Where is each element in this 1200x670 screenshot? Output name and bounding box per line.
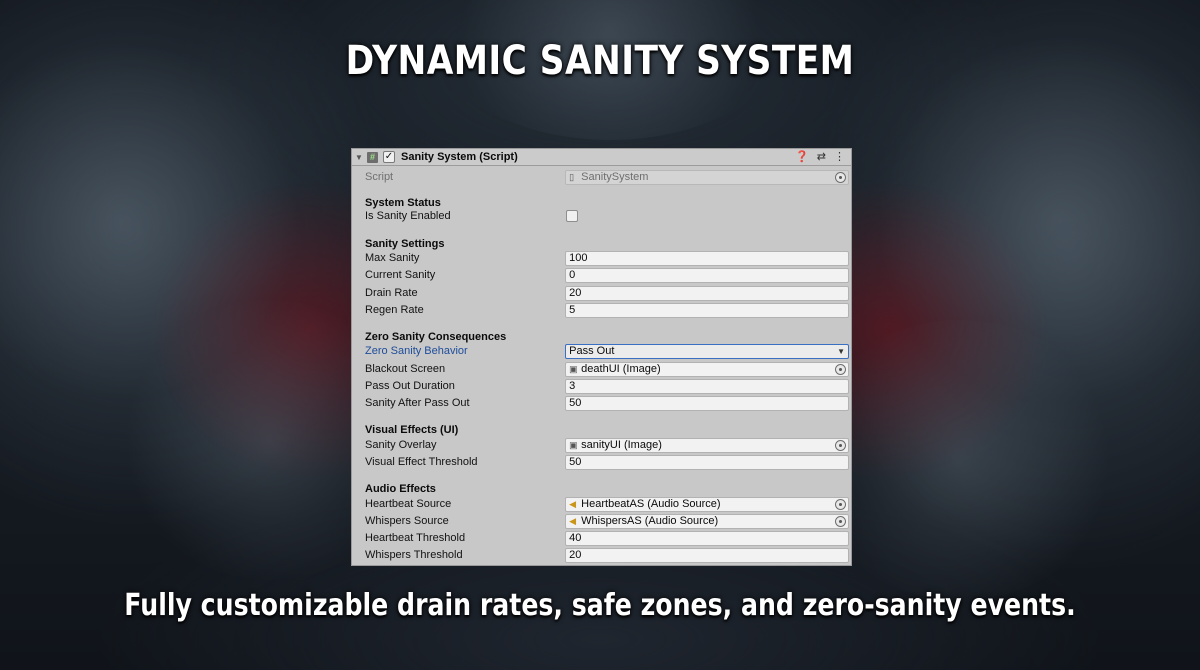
- whispers-threshold-field[interactable]: 20: [565, 547, 849, 563]
- sanity-after-pass-out-field[interactable]: 50: [565, 395, 849, 411]
- field-value: WhispersAS (Audio Source): [581, 514, 719, 527]
- heartbeat-threshold-field[interactable]: 40: [565, 530, 849, 546]
- field-label: Blackout Screen: [365, 363, 446, 375]
- more-options-icon[interactable]: ⋮: [834, 150, 845, 163]
- heartbeat-source-field[interactable]: ◀ HeartbeatAS (Audio Source): [565, 496, 849, 512]
- pass-out-duration-row: Pass Out Duration 3: [365, 378, 849, 394]
- regen-rate-field[interactable]: 5: [565, 302, 849, 318]
- max-sanity-row: Max Sanity 100: [365, 250, 849, 266]
- sanity-overlay-row: Sanity Overlay ▣ sanityUI (Image): [365, 437, 849, 453]
- drain-rate-field[interactable]: 20: [565, 285, 849, 301]
- section-sanity-settings: Sanity Settings: [365, 238, 445, 250]
- whispers-source-field[interactable]: ◀ WhispersAS (Audio Source): [565, 513, 849, 529]
- current-sanity-row: Current Sanity 0: [365, 267, 849, 283]
- smoke-cloud: [880, 30, 1200, 410]
- is-sanity-enabled-row: Is Sanity Enabled: [365, 208, 849, 224]
- smoke-cloud: [0, 40, 300, 400]
- field-value: deathUI (Image): [581, 362, 661, 375]
- audio-source-icon: ◀: [569, 498, 577, 509]
- zero-behavior-dropdown[interactable]: Pass Out ▼: [565, 343, 849, 359]
- field-label: Sanity After Pass Out: [365, 397, 470, 409]
- caption: Fully customizable drain rates, safe zon…: [124, 588, 1076, 623]
- script-field: ▯ SanitySystem: [565, 169, 849, 185]
- field-label: Visual Effect Threshold: [365, 456, 478, 468]
- section-zero-consequences: Zero Sanity Consequences: [365, 331, 507, 343]
- is-sanity-enabled-checkbox[interactable]: [566, 210, 578, 222]
- field-label: Regen Rate: [365, 304, 424, 316]
- help-icon[interactable]: ❓: [795, 150, 809, 163]
- current-sanity-field[interactable]: 0: [565, 267, 849, 283]
- image-icon: ▣: [569, 363, 578, 374]
- image-icon: ▣: [569, 439, 578, 450]
- field-label: Drain Rate: [365, 287, 418, 299]
- field-value: HeartbeatAS (Audio Source): [581, 497, 721, 510]
- field-label: Heartbeat Source: [365, 498, 452, 510]
- field-label: Is Sanity Enabled: [365, 210, 451, 222]
- object-picker-icon: [835, 171, 846, 183]
- headline: DYNAMIC SANITY SYSTEM: [345, 38, 855, 84]
- sanity-after-pass-out-row: Sanity After Pass Out 50: [365, 395, 849, 411]
- dropdown-value: Pass Out: [569, 344, 615, 357]
- pass-out-duration-field[interactable]: 3: [565, 378, 849, 394]
- field-label: Script: [365, 171, 394, 183]
- visual-effect-threshold-field[interactable]: 50: [565, 454, 849, 470]
- foldout-arrow-icon[interactable]: ▼: [355, 153, 365, 162]
- blackout-screen-row: Blackout Screen ▣ deathUI (Image): [365, 361, 849, 377]
- heartbeat-source-row: Heartbeat Source ◀ HeartbeatAS (Audio Sou…: [365, 496, 849, 512]
- blackout-screen-field[interactable]: ▣ deathUI (Image): [565, 361, 849, 377]
- audio-source-icon: ◀: [569, 515, 577, 526]
- script-icon: #: [367, 151, 378, 163]
- field-label: Zero Sanity Behavior: [365, 345, 468, 357]
- heartbeat-threshold-row: Heartbeat Threshold 40: [365, 530, 849, 546]
- drain-rate-row: Drain Rate 20: [365, 285, 849, 301]
- field-label: Pass Out Duration: [365, 380, 455, 392]
- whispers-source-row: Whispers Source ◀ WhispersAS (Audio Sourc…: [365, 513, 849, 529]
- object-picker-icon[interactable]: [835, 363, 846, 375]
- visual-effect-threshold-row: Visual Effect Threshold 50: [365, 454, 849, 470]
- field-label: Current Sanity: [365, 269, 436, 281]
- field-label: Heartbeat Threshold: [365, 532, 466, 544]
- chevron-down-icon: ▼: [837, 346, 845, 356]
- script-file-icon: ▯: [569, 171, 575, 182]
- regen-rate-row: Regen Rate 5: [365, 302, 849, 318]
- section-audio-effects: Audio Effects: [365, 483, 436, 495]
- presets-icon[interactable]: ⇄: [817, 150, 826, 163]
- section-visual-effects: Visual Effects (UI): [365, 424, 459, 436]
- component-header[interactable]: ▼ # ✓ Sanity System (Script) ❓ ⇄ ⋮: [352, 149, 851, 166]
- field-label: Sanity Overlay: [365, 439, 437, 451]
- field-value: sanityUI (Image): [581, 438, 662, 451]
- field-label: Whispers Source: [365, 515, 449, 527]
- whispers-threshold-row: Whispers Threshold 20: [365, 547, 849, 563]
- inspector-panel: ▼ # ✓ Sanity System (Script) ❓ ⇄ ⋮ Scrip…: [351, 148, 852, 566]
- object-picker-icon[interactable]: [835, 515, 846, 527]
- component-title: Sanity System (Script): [401, 151, 518, 163]
- object-picker-icon[interactable]: [835, 439, 846, 451]
- field-value: SanitySystem: [581, 170, 649, 183]
- component-enabled-checkbox[interactable]: ✓: [383, 151, 395, 163]
- zero-behavior-row: Zero Sanity Behavior Pass Out ▼: [365, 343, 849, 359]
- field-label: Whispers Threshold: [365, 549, 463, 561]
- sanity-overlay-field[interactable]: ▣ sanityUI (Image): [565, 437, 849, 453]
- script-row: Script ▯ SanitySystem: [365, 169, 849, 185]
- field-label: Max Sanity: [365, 252, 420, 264]
- object-picker-icon[interactable]: [835, 498, 846, 510]
- max-sanity-field[interactable]: 100: [565, 250, 849, 266]
